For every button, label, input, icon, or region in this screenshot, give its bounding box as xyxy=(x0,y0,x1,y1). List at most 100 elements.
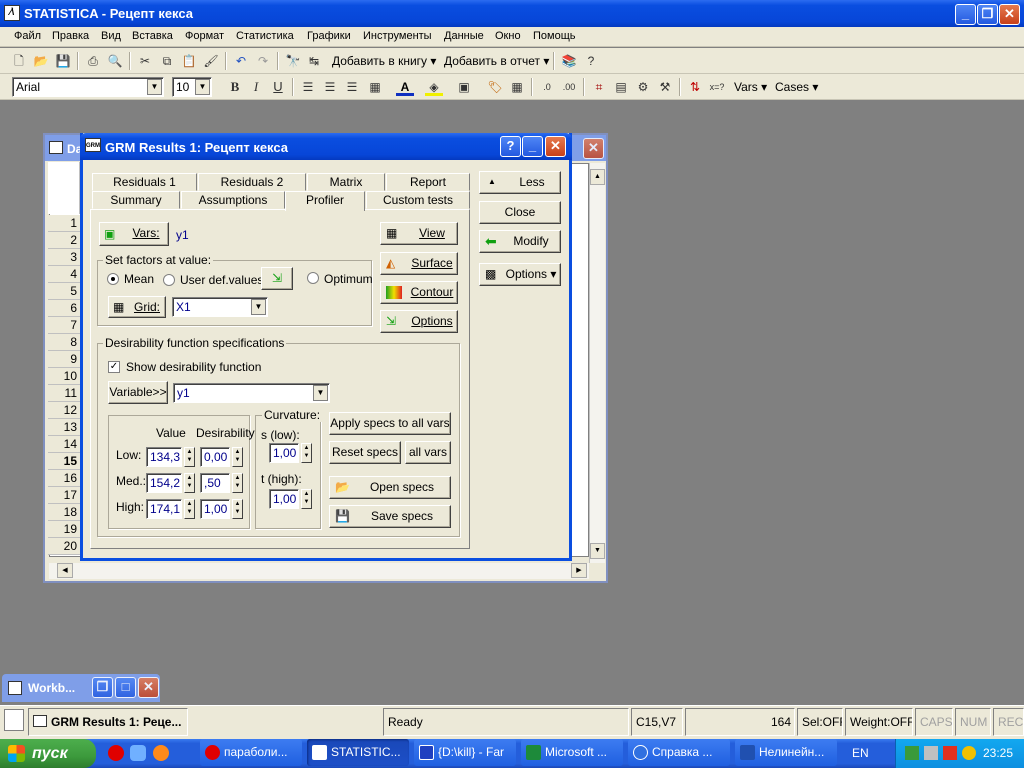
row-header[interactable]: 20 xyxy=(48,538,80,555)
high-desirability-input[interactable]: 1,00 xyxy=(200,499,230,519)
menu-file[interactable]: Файл xyxy=(14,27,41,42)
cut-icon[interactable]: ✂ xyxy=(136,52,154,70)
row-header[interactable]: 1 xyxy=(48,215,80,232)
variable-button[interactable]: Variable>> xyxy=(108,381,168,404)
tray-volume-icon[interactable] xyxy=(962,746,976,760)
label-icon[interactable]: 🏷 xyxy=(486,78,504,96)
taskbar-item-word[interactable]: Нелинейн... xyxy=(735,739,837,766)
context-help-icon[interactable]: ? xyxy=(582,52,600,70)
italic-icon[interactable]: I xyxy=(247,78,265,96)
menu-help[interactable]: Помощь xyxy=(533,27,576,42)
decrease-decimal-icon[interactable]: .00 xyxy=(560,78,578,96)
tab-profiler[interactable]: Profiler xyxy=(285,191,365,211)
dialog-minimize-button[interactable]: _ xyxy=(522,136,543,157)
low-value-spinner[interactable]: ▲ ▼ xyxy=(184,447,195,467)
menu-window[interactable]: Окно xyxy=(495,27,521,42)
border-icon[interactable]: ▣ xyxy=(455,78,473,96)
taskbar-item-far[interactable]: {D:\kill} - Far xyxy=(414,739,516,766)
scroll-up-icon[interactable]: ▲ xyxy=(590,169,605,185)
apply-specs-all-button[interactable]: Apply specs to all vars xyxy=(329,412,451,435)
font-size-select[interactable]: 10 ▼ xyxy=(172,77,212,97)
open-icon[interactable]: 📂 xyxy=(32,52,50,70)
save-icon[interactable]: 💾 xyxy=(54,52,72,70)
paste-icon[interactable]: 📋 xyxy=(180,52,198,70)
contour-button[interactable]: Contour xyxy=(380,281,458,304)
desktop-quicklaunch-icon[interactable] xyxy=(130,745,146,761)
row-header[interactable]: 2 xyxy=(48,232,80,249)
workbook-restore-button[interactable]: ❐ xyxy=(92,677,113,698)
cases-menu[interactable]: Cases ▾ xyxy=(775,80,818,94)
high-desirability-spinner[interactable]: ▲ ▼ xyxy=(232,499,243,519)
row-header[interactable]: 6 xyxy=(48,300,80,317)
user-values-button[interactable]: ⇲ xyxy=(261,267,293,290)
low-desirability-spinner[interactable]: ▲ ▼ xyxy=(232,447,243,467)
scroll-down-icon[interactable]: ▼ xyxy=(590,543,605,559)
start-button[interactable]: пуск xyxy=(0,739,96,768)
row-header[interactable]: 9 xyxy=(48,351,80,368)
taskbar-item-opera[interactable]: параболи... xyxy=(200,739,302,766)
add-to-report-button[interactable]: Добавить в отчет ▾ xyxy=(444,54,549,68)
surface-button[interactable]: ◭ Surface xyxy=(380,252,458,275)
options-menu-button[interactable]: ▩ Options ▾ xyxy=(479,263,561,286)
taskbar-item-excel[interactable]: Microsoft ... xyxy=(521,739,623,766)
increase-decimal-icon[interactable]: .0 xyxy=(538,78,556,96)
t-high-spinner[interactable]: ▲ ▼ xyxy=(301,489,312,509)
menu-edit[interactable]: Правка xyxy=(52,27,89,42)
tab-residuals-2[interactable]: Residuals 2 xyxy=(198,173,306,191)
tab-report[interactable]: Report xyxy=(386,173,470,191)
book-icon[interactable]: 📚 xyxy=(560,52,578,70)
fill-color-icon[interactable]: ◈ xyxy=(425,78,443,96)
med-desirability-spinner[interactable]: ▲ ▼ xyxy=(232,473,243,493)
spreadsheet-hscroll[interactable]: ◀ ▶ xyxy=(49,563,589,579)
med-desirability-input[interactable]: ,50 xyxy=(200,473,230,493)
font-select[interactable]: Arial ▼ xyxy=(12,77,164,97)
workbook-minimized[interactable]: Workb... ❐ □ ✕ xyxy=(2,674,160,702)
row-header[interactable]: 19 xyxy=(48,521,80,538)
restore-button[interactable]: ❐ xyxy=(977,4,998,25)
menu-data[interactable]: Данные xyxy=(444,27,484,42)
high-value-spinner[interactable]: ▲ ▼ xyxy=(184,499,195,519)
save-specs-button[interactable]: 💾 Save specs xyxy=(329,505,451,528)
stats-icon[interactable]: ⚒ xyxy=(656,78,674,96)
row-header[interactable]: 18 xyxy=(48,504,80,521)
font-color-icon[interactable]: A xyxy=(396,78,414,96)
insert-vars-icon[interactable]: ▤ xyxy=(612,78,630,96)
row-header[interactable]: 11 xyxy=(48,385,80,402)
variable-select[interactable]: y1 ▼ xyxy=(173,383,330,403)
scroll-right-icon[interactable]: ▶ xyxy=(571,563,587,578)
row-header[interactable]: 3 xyxy=(48,249,80,266)
copy-icon[interactable]: ⧉ xyxy=(158,52,176,70)
add-to-book-button[interactable]: Добавить в книгу ▾ xyxy=(332,54,436,68)
redo-icon[interactable]: ↷ xyxy=(254,52,272,70)
close-button[interactable]: ✕ xyxy=(999,4,1020,25)
undo-icon[interactable]: ↶ xyxy=(232,52,250,70)
menu-insert[interactable]: Вставка xyxy=(132,27,173,42)
merge-icon[interactable]: ▦ xyxy=(366,78,384,96)
underline-icon[interactable]: U xyxy=(269,78,287,96)
row-header[interactable]: 4 xyxy=(48,266,80,283)
user-def-radio[interactable] xyxy=(163,274,175,286)
grid-icon[interactable]: ▦ xyxy=(508,78,526,96)
graph-options-button[interactable]: ⇲ Options xyxy=(380,310,458,333)
help-button[interactable]: ? xyxy=(500,136,521,157)
row-header[interactable]: 10 xyxy=(48,368,80,385)
goto-icon[interactable]: ↹ xyxy=(305,52,323,70)
bold-icon[interactable]: B xyxy=(226,78,244,96)
opera-quicklaunch-icon[interactable] xyxy=(108,745,124,761)
window-list-icon[interactable] xyxy=(4,709,24,731)
workbook-close-button[interactable]: ✕ xyxy=(138,677,159,698)
optimum-radio[interactable] xyxy=(307,272,319,284)
minimize-button[interactable]: _ xyxy=(955,4,976,25)
sort-icon[interactable]: ⇅ xyxy=(686,78,704,96)
row-header[interactable]: 17 xyxy=(48,487,80,504)
print-icon[interactable]: ⎙ xyxy=(84,52,102,70)
taskbar-item-statistica[interactable]: STATISTIC... xyxy=(307,739,409,766)
datasheet-close-button[interactable]: ✕ xyxy=(583,138,604,159)
high-value-input[interactable]: 174,1 xyxy=(146,499,182,519)
menu-graphs[interactable]: Графики xyxy=(307,27,351,42)
grid-select[interactable]: X1 ▼ xyxy=(172,297,268,317)
taskbar-item-help[interactable]: Справка ... xyxy=(628,739,730,766)
row-header[interactable]: 7 xyxy=(48,317,80,334)
close-dialog-button[interactable]: Close xyxy=(479,201,561,224)
align-right-icon[interactable]: ☰ xyxy=(343,78,361,96)
